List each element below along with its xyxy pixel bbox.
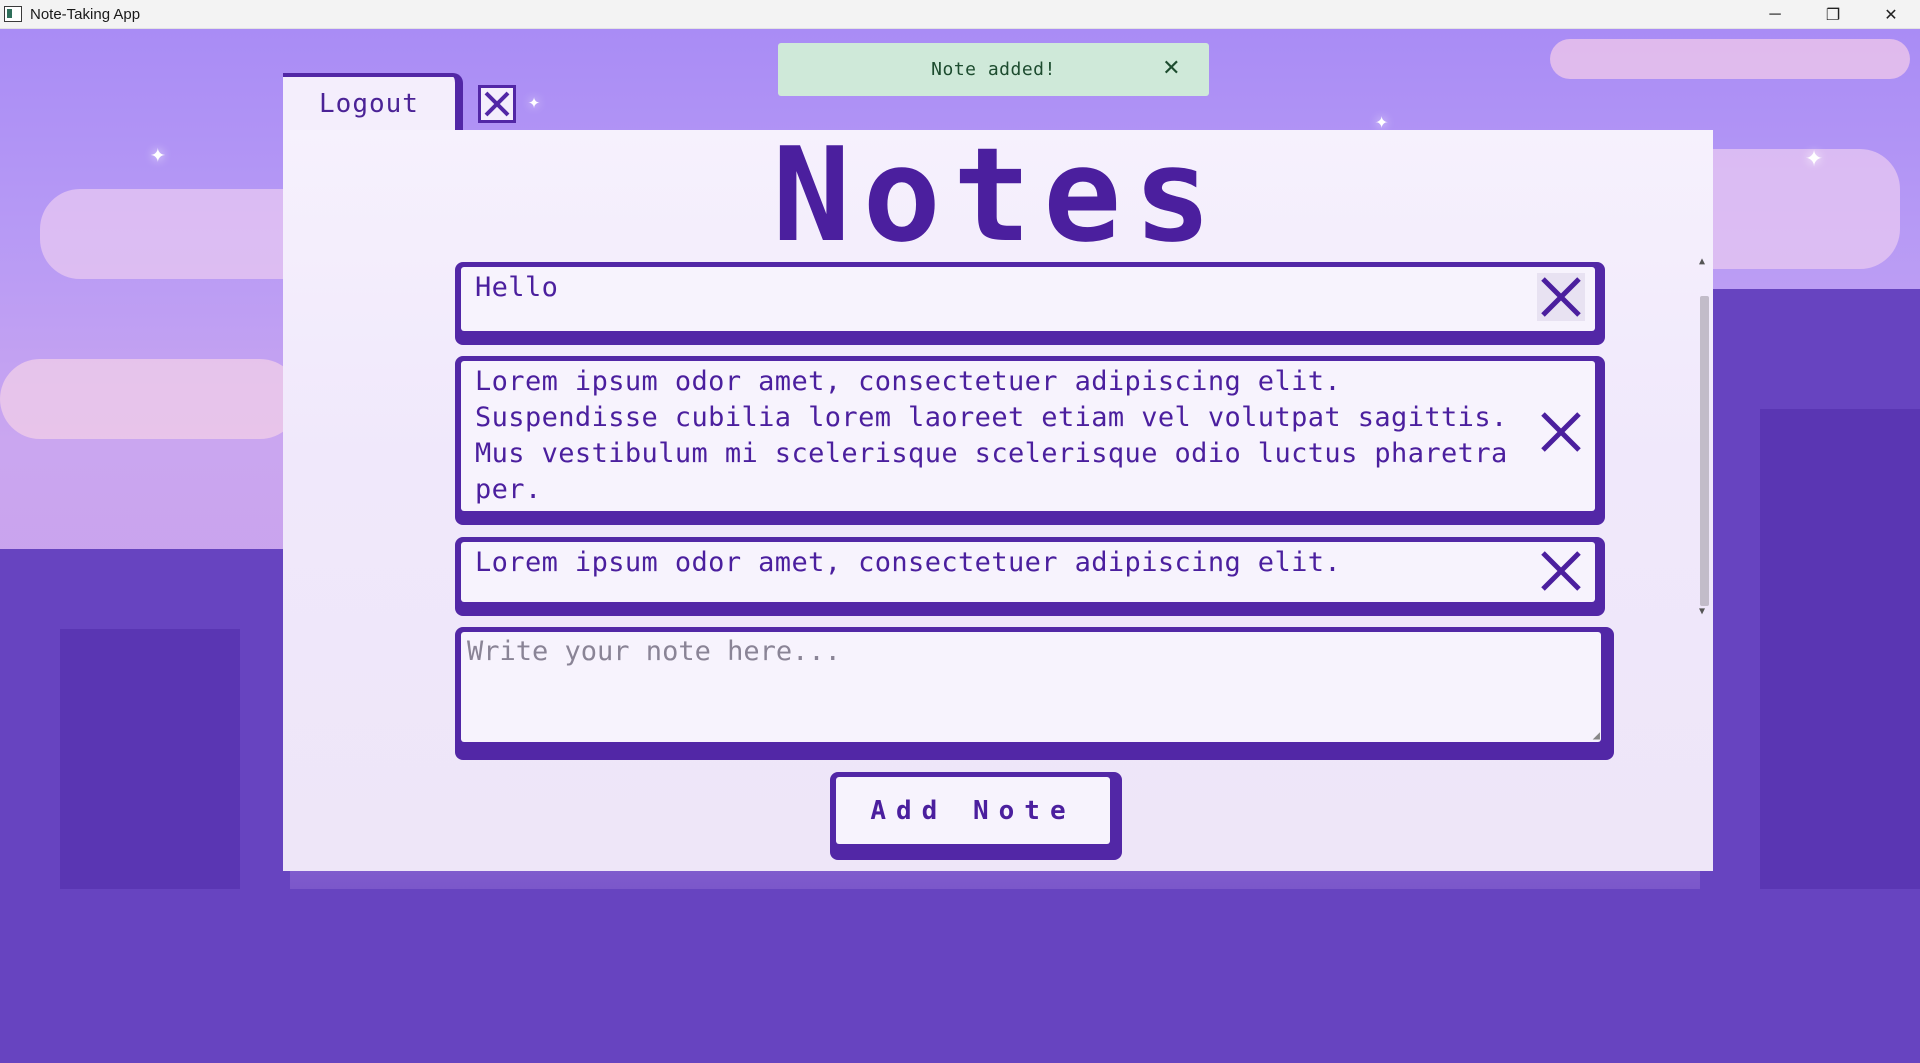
note-text: Hello: [475, 272, 559, 303]
sparkle-icon: ✦: [1805, 139, 1824, 174]
window-controls: ─ ❐ ✕: [1746, 0, 1920, 29]
sparkle-icon: ✦: [150, 139, 166, 169]
x-icon: [1541, 412, 1581, 452]
sparkle-icon: ✦: [528, 89, 541, 113]
toast-message: Note added!: [931, 59, 1056, 80]
scroll-thumb[interactable]: [1700, 296, 1709, 606]
toast-close-icon[interactable]: ✕: [1162, 56, 1181, 81]
window-titlebar: Note-Taking App ─ ❐ ✕: [0, 0, 1920, 29]
close-button[interactable]: ✕: [1862, 0, 1920, 29]
window-title: Note-Taking App: [30, 5, 141, 23]
x-icon: [1541, 277, 1581, 317]
restore-button[interactable]: ❐: [1804, 0, 1862, 29]
x-icon: [1541, 551, 1581, 591]
cloud: [0, 359, 300, 439]
toast-notification: Note added! ✕: [778, 43, 1209, 96]
add-note-button[interactable]: Add Note: [836, 777, 1110, 844]
scroll-down-arrow-icon[interactable]: ▼: [1699, 606, 1705, 617]
note-input-container: ◢: [455, 627, 1614, 760]
logout-tab[interactable]: Logout: [283, 73, 463, 130]
scroll-up-arrow-icon[interactable]: ▲: [1699, 256, 1705, 267]
note-content: Hello: [461, 267, 1595, 331]
x-box-icon: [484, 91, 510, 117]
note-card: Lorem ipsum odor amet, consectetuer adip…: [455, 537, 1605, 616]
note-input[interactable]: [461, 632, 1601, 742]
note-card: Lorem ipsum odor amet, consectetuer adip…: [455, 356, 1605, 525]
delete-note-button[interactable]: [1537, 408, 1585, 456]
add-note-button-frame: Add Note: [830, 772, 1122, 860]
notes-list[interactable]: Hello Lorem ipsum odor amet, consectetue…: [455, 262, 1893, 617]
note-card: Hello: [455, 262, 1605, 345]
minimize-button[interactable]: ─: [1746, 0, 1804, 29]
delete-note-button[interactable]: [1537, 547, 1585, 595]
note-content: Lorem ipsum odor amet, consectetuer adip…: [461, 542, 1595, 602]
note-content: Lorem ipsum odor amet, consectetuer adip…: [461, 361, 1595, 511]
tree: [0, 889, 1920, 1063]
delete-note-button[interactable]: [1537, 273, 1585, 321]
note-text: Lorem ipsum odor amet, consectetuer adip…: [475, 547, 1342, 578]
resize-grip-icon[interactable]: ◢: [1593, 728, 1600, 742]
notes-scrollbar[interactable]: ▲ ▼: [1695, 256, 1713, 621]
cloud: [1550, 39, 1910, 79]
note-text: Lorem ipsum odor amet, consectetuer adip…: [475, 366, 1508, 505]
close-app-button[interactable]: [478, 85, 516, 123]
page-title: Notes: [772, 119, 1224, 271]
app-icon: [4, 6, 22, 22]
notes-panel: Notes Hello Lorem ipsum odor amet, conse…: [283, 130, 1713, 871]
